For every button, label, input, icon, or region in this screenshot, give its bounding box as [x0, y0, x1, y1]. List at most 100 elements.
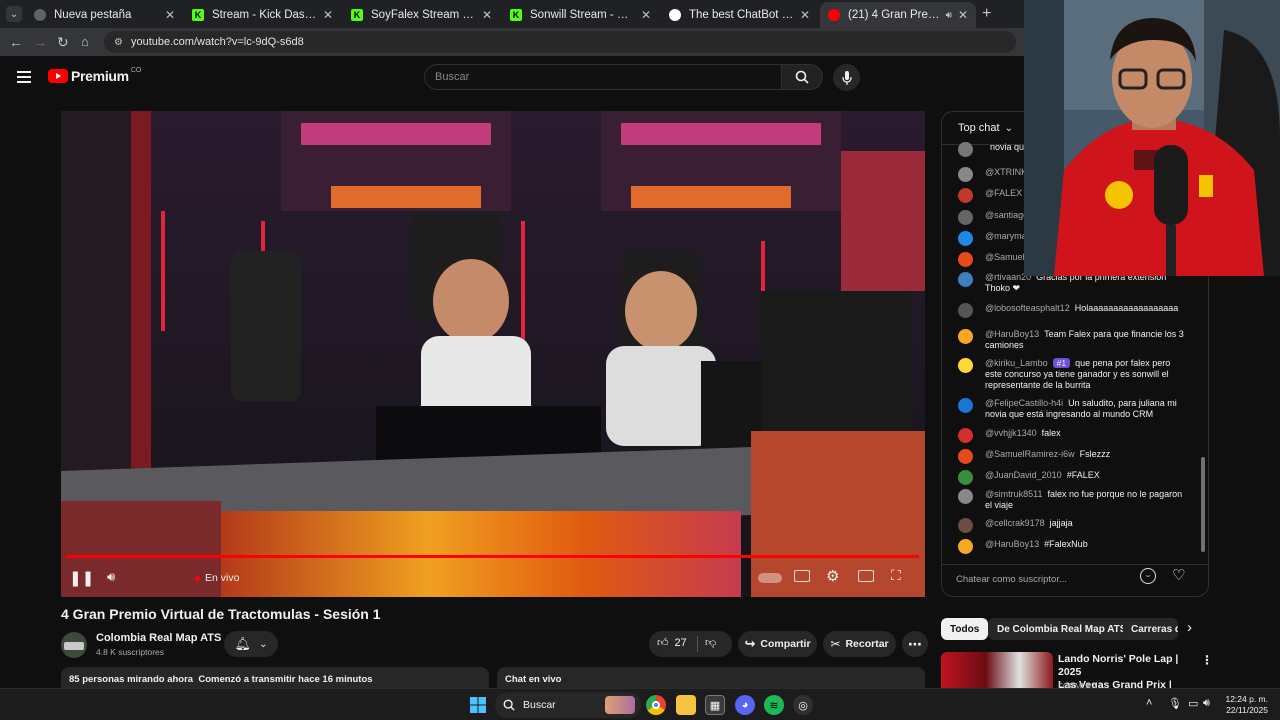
close-icon[interactable]: ✕ [800, 8, 810, 22]
subscribe-bell-button[interactable]: 🔔︎ ⌄ [224, 631, 278, 657]
spotify-icon[interactable]: ≋ [764, 695, 784, 715]
chat-message[interactable]: @HaruBoy13 #FalexNub [958, 539, 1188, 554]
browser-tab[interactable]: K SoyFalex Stream - Watch Live o ✕ [343, 2, 500, 28]
taskbar-search[interactable]: Buscar [495, 692, 641, 718]
chat-avatar[interactable] [958, 231, 973, 246]
tray-chevron-icon[interactable]: ˄ [1146, 697, 1152, 709]
chip-channel[interactable]: De Colombia Real Map ATS [988, 618, 1136, 640]
heart-icon[interactable]: ♡ [1172, 566, 1185, 584]
chat-avatar[interactable] [958, 470, 973, 485]
chat-message[interactable]: @simtruk8511 falex no fue porque no le pa… [958, 489, 1188, 511]
reload-icon[interactable]: ↻ [57, 34, 69, 51]
close-icon[interactable]: ✕ [641, 8, 651, 22]
browser-tab[interactable]: Nueva pestaña ✕ [26, 2, 183, 28]
tab-search-button[interactable]: ⌄ [6, 6, 22, 22]
menu-icon[interactable] [17, 71, 31, 83]
chat-avatar[interactable] [958, 358, 973, 373]
chat-author[interactable]: @XTRINK [985, 167, 1027, 177]
clock[interactable]: 12:24 p. m. 22/11/2025 [1225, 694, 1268, 716]
volume-tray-icon[interactable]: 🔊︎ [1203, 697, 1210, 710]
chat-author[interactable]: @FelipeCastillo-h4i [985, 398, 1063, 408]
chat-avatar[interactable] [958, 518, 973, 533]
chat-avatar[interactable] [958, 188, 973, 203]
chat-message[interactable]: @FelipeCastillo-h4i Un saludito, para jul… [958, 398, 1188, 420]
discord-icon[interactable]: ◕ [735, 695, 755, 715]
new-tab-button[interactable]: + [982, 5, 991, 23]
chat-avatar[interactable] [958, 272, 973, 287]
chat-message[interactable]: @kiriku_Lambo #1 que pena por falex pero e… [958, 358, 1188, 391]
chat-avatar[interactable] [958, 539, 973, 554]
store-icon[interactable]: ▦ [705, 695, 725, 715]
channel-name[interactable]: Colombia Real Map ATS [96, 632, 221, 644]
chat-author[interactable]: @cellcrak9178 [985, 518, 1045, 528]
chat-avatar[interactable] [958, 489, 973, 504]
network-icon[interactable]: ▭ [1188, 697, 1198, 710]
voice-search-button[interactable] [833, 64, 860, 91]
fullscreen-icon[interactable]: ⛶ [891, 567, 901, 584]
chat-author[interactable]: @Samuell [985, 252, 1027, 262]
close-icon[interactable]: ✕ [958, 8, 968, 22]
chip-carreras[interactable]: Carreras d [1123, 618, 1178, 640]
more-actions-button[interactable]: ⋯ [902, 631, 928, 657]
recommended-thumbnail[interactable] [941, 652, 1053, 688]
chat-message[interactable]: @vvhjjk1340 falex [958, 428, 1188, 443]
chat-mode-dropdown[interactable]: Top chat ⌄ [958, 122, 1013, 134]
volume-icon[interactable]: 🔊︎ [107, 569, 115, 585]
progress-track[interactable] [66, 555, 919, 558]
miniplayer-icon[interactable] [858, 570, 874, 582]
more-vert-icon[interactable]: ⋮ [1201, 653, 1213, 667]
home-icon[interactable]: ⌂ [81, 34, 89, 49]
play-pause-button[interactable]: ❚❚ [69, 569, 94, 587]
chat-avatar[interactable] [958, 303, 973, 318]
search-button[interactable] [781, 64, 823, 90]
dislike-button[interactable]: 👎︎ [705, 636, 716, 649]
url-bar[interactable]: ⚙ youtube.com/watch?v=lc-9dQ-s6d8 [104, 31, 1016, 53]
share-button[interactable]: ↪ Compartir [738, 631, 817, 657]
browser-tab[interactable]: K Sonwill Stream - Watch Live on ✕ [502, 2, 659, 28]
microphone-tray-icon[interactable]: 🎙︎ [1168, 697, 1182, 710]
chrome-icon[interactable] [646, 695, 666, 715]
chevron-right-icon[interactable]: › [1187, 619, 1192, 636]
chat-avatar[interactable] [958, 142, 973, 157]
windows-start-icon[interactable] [468, 695, 488, 715]
live-badge[interactable]: En vivo [195, 572, 239, 584]
emoji-icon[interactable]: ⌣ [1140, 568, 1156, 584]
close-icon[interactable]: ✕ [165, 8, 175, 22]
chat-author[interactable]: @SamuelRamirez-i6w [985, 449, 1075, 459]
forward-icon[interactable]: → [33, 34, 47, 50]
browser-tab[interactable]: The best ChatBot and Widgets ✕ [661, 2, 818, 28]
chat-avatar[interactable] [958, 210, 973, 225]
chat-author[interactable]: @JuanDavid_2010 [985, 470, 1062, 480]
subtitles-icon[interactable] [794, 570, 810, 582]
video-player[interactable]: ❚❚ 🔊︎ En vivo ⚙ ⛶ [61, 111, 925, 597]
chat-avatar[interactable] [958, 398, 973, 413]
chat-author[interactable]: @santiago [985, 210, 1028, 220]
chat-author[interactable]: @vvhjjk1340 [985, 428, 1037, 438]
chat-avatar[interactable] [958, 252, 973, 267]
speaker-icon[interactable]: 🔊︎ [946, 10, 952, 21]
chat-avatar[interactable] [958, 167, 973, 182]
chat-author[interactable]: @lobosofteasphalt12 [985, 303, 1070, 313]
chat-message[interactable]: @lobosofteasphalt12 Holaaaaaaaaaaaaaaaaaa [958, 303, 1188, 318]
chat-scrollbar[interactable] [1201, 457, 1205, 552]
chat-message[interactable]: @JuanDavid_2010 #FALEX [958, 470, 1188, 485]
chat-author[interactable]: @HaruBoy13 [985, 329, 1039, 339]
chat-avatar[interactable] [958, 329, 973, 344]
chat-author[interactable]: @kiriku_Lambo [985, 358, 1048, 368]
site-info-icon[interactable]: ⚙ [114, 37, 123, 48]
search-input[interactable]: Buscar [424, 64, 781, 90]
obs-icon[interactable]: ◎ [793, 695, 813, 715]
like-button[interactable]: 👍︎ 27 [657, 636, 687, 650]
chat-avatar[interactable] [958, 428, 973, 443]
chat-message[interactable]: @cellcrak9178 jajjaja [958, 518, 1188, 533]
close-icon[interactable]: ✕ [482, 8, 492, 22]
clip-button[interactable]: ✂ Recortar [823, 631, 896, 657]
youtube-logo[interactable]: Premium CO [48, 67, 141, 84]
chat-author[interactable]: @simtruk8511 [985, 489, 1043, 499]
close-icon[interactable]: ✕ [323, 8, 333, 22]
channel-avatar[interactable] [61, 632, 87, 658]
chat-message[interactable]: @HaruBoy13 Team Falex para que financie l… [958, 329, 1188, 351]
chat-message[interactable]: @SamuelRamirez-i6w Fslezzz [958, 449, 1188, 464]
chat-input[interactable]: Chatear como suscriptor... [956, 568, 1136, 590]
browser-tab[interactable]: K Stream - Kick Dashboard ✕ [184, 2, 341, 28]
